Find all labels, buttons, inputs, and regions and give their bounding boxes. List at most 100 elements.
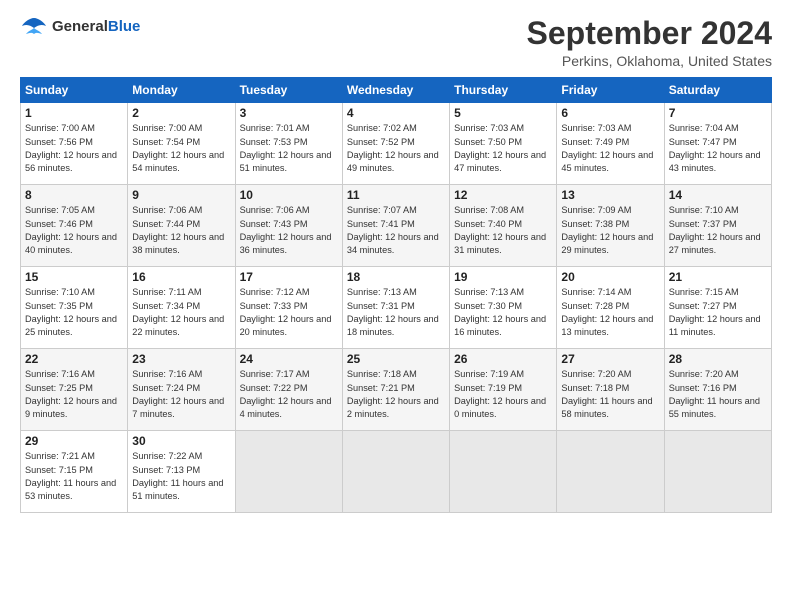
day-cell: 3 Sunrise: 7:01 AM Sunset: 7:53 PM Daylig…: [235, 103, 342, 185]
day-info: Sunrise: 7:18 AM Sunset: 7:21 PM Dayligh…: [347, 368, 445, 421]
header-cell-friday: Friday: [557, 78, 664, 103]
day-number: 7: [669, 106, 767, 120]
day-number: 18: [347, 270, 445, 284]
day-info: Sunrise: 7:16 AM Sunset: 7:24 PM Dayligh…: [132, 368, 230, 421]
day-info: Sunrise: 7:03 AM Sunset: 7:50 PM Dayligh…: [454, 122, 552, 175]
header-cell-sunday: Sunday: [21, 78, 128, 103]
day-cell: [664, 431, 771, 513]
day-cell: 2Sunrise: 7:00 AM Sunset: 7:54 PM Daylig…: [128, 103, 235, 185]
header-area: GeneralBlue September 2024 Perkins, Okla…: [20, 16, 772, 69]
day-cell: 27Sunrise: 7:20 AM Sunset: 7:18 PM Dayli…: [557, 349, 664, 431]
day-info: Sunrise: 7:06 AM Sunset: 7:44 PM Dayligh…: [132, 204, 230, 257]
day-info: Sunrise: 7:15 AM Sunset: 7:27 PM Dayligh…: [669, 286, 767, 339]
day-cell: 8Sunrise: 7:05 AM Sunset: 7:46 PM Daylig…: [21, 185, 128, 267]
day-cell: 20 Sunrise: 7:14 AM Sunset: 7:28 PM Dayli…: [557, 267, 664, 349]
day-info: Sunrise: 7:09 AM Sunset: 7:38 PM Dayligh…: [561, 204, 659, 257]
header-row: SundayMondayTuesdayWednesdayThursdayFrid…: [21, 78, 772, 103]
day-number: 16: [132, 270, 230, 284]
calendar: SundayMondayTuesdayWednesdayThursdayFrid…: [20, 77, 772, 513]
title-area: September 2024 Perkins, Oklahoma, United…: [527, 16, 772, 69]
day-cell: 1Sunrise: 7:00 AM Sunset: 7:56 PM Daylig…: [21, 103, 128, 185]
day-cell: 5 Sunrise: 7:03 AM Sunset: 7:50 PM Daylig…: [450, 103, 557, 185]
day-cell: 22 Sunrise: 7:16 AM Sunset: 7:25 PM Dayli…: [21, 349, 128, 431]
day-info: Sunrise: 7:20 AM Sunset: 7:16 PM Dayligh…: [669, 368, 767, 421]
day-cell: 12 Sunrise: 7:08 AM Sunset: 7:40 PM Dayli…: [450, 185, 557, 267]
day-info: Sunrise: 7:07 AM Sunset: 7:41 PM Dayligh…: [347, 204, 445, 257]
day-cell: 17Sunrise: 7:12 AM Sunset: 7:33 PM Dayli…: [235, 267, 342, 349]
day-number: 25: [347, 352, 445, 366]
day-info: Sunrise: 7:10 AM Sunset: 7:35 PM Dayligh…: [25, 286, 123, 339]
day-info: Sunrise: 7:22 AM Sunset: 7:13 PM Dayligh…: [132, 450, 230, 503]
calendar-header: SundayMondayTuesdayWednesdayThursdayFrid…: [21, 78, 772, 103]
day-number: 5: [454, 106, 552, 120]
day-number: 9: [132, 188, 230, 202]
day-info: Sunrise: 7:02 AM Sunset: 7:52 PM Dayligh…: [347, 122, 445, 175]
day-info: Sunrise: 7:01 AM Sunset: 7:53 PM Dayligh…: [240, 122, 338, 175]
logo: GeneralBlue: [20, 16, 140, 38]
day-number: 28: [669, 352, 767, 366]
day-cell: 19 Sunrise: 7:13 AM Sunset: 7:30 PM Dayli…: [450, 267, 557, 349]
header-cell-thursday: Thursday: [450, 78, 557, 103]
day-cell: 30 Sunrise: 7:22 AM Sunset: 7:13 PM Dayli…: [128, 431, 235, 513]
main-title: September 2024: [527, 16, 772, 51]
day-info: Sunrise: 7:21 AM Sunset: 7:15 PM Dayligh…: [25, 450, 123, 503]
day-cell: 6Sunrise: 7:03 AM Sunset: 7:49 PM Daylig…: [557, 103, 664, 185]
day-info: Sunrise: 7:11 AM Sunset: 7:34 PM Dayligh…: [132, 286, 230, 339]
week-row-2: 8Sunrise: 7:05 AM Sunset: 7:46 PM Daylig…: [21, 185, 772, 267]
header-cell-tuesday: Tuesday: [235, 78, 342, 103]
day-cell: 29 Sunrise: 7:21 AM Sunset: 7:15 PM Dayli…: [21, 431, 128, 513]
day-number: 3: [240, 106, 338, 120]
day-info: Sunrise: 7:13 AM Sunset: 7:30 PM Dayligh…: [454, 286, 552, 339]
day-info: Sunrise: 7:04 AM Sunset: 7:47 PM Dayligh…: [669, 122, 767, 175]
day-info: Sunrise: 7:08 AM Sunset: 7:40 PM Dayligh…: [454, 204, 552, 257]
logo-blue: Blue: [108, 18, 141, 35]
day-number: 12: [454, 188, 552, 202]
day-number: 29: [25, 434, 123, 448]
day-cell: 28 Sunrise: 7:20 AM Sunset: 7:16 PM Dayli…: [664, 349, 771, 431]
page: GeneralBlue September 2024 Perkins, Okla…: [0, 0, 792, 612]
day-cell: 21Sunrise: 7:15 AM Sunset: 7:27 PM Dayli…: [664, 267, 771, 349]
day-cell: 14 Sunrise: 7:10 AM Sunset: 7:37 PM Dayli…: [664, 185, 771, 267]
day-info: Sunrise: 7:20 AM Sunset: 7:18 PM Dayligh…: [561, 368, 659, 421]
logo-text: GeneralBlue: [52, 18, 140, 36]
day-cell: 7 Sunrise: 7:04 AM Sunset: 7:47 PM Daylig…: [664, 103, 771, 185]
day-cell: 9 Sunrise: 7:06 AM Sunset: 7:44 PM Daylig…: [128, 185, 235, 267]
day-number: 20: [561, 270, 659, 284]
day-info: Sunrise: 7:12 AM Sunset: 7:33 PM Dayligh…: [240, 286, 338, 339]
day-cell: 24Sunrise: 7:17 AM Sunset: 7:22 PM Dayli…: [235, 349, 342, 431]
day-cell: 11Sunrise: 7:07 AM Sunset: 7:41 PM Dayli…: [342, 185, 449, 267]
day-info: Sunrise: 7:06 AM Sunset: 7:43 PM Dayligh…: [240, 204, 338, 257]
week-row-5: 29 Sunrise: 7:21 AM Sunset: 7:15 PM Dayli…: [21, 431, 772, 513]
day-number: 10: [240, 188, 338, 202]
day-cell: 18 Sunrise: 7:13 AM Sunset: 7:31 PM Dayli…: [342, 267, 449, 349]
day-info: Sunrise: 7:17 AM Sunset: 7:22 PM Dayligh…: [240, 368, 338, 421]
day-number: 1: [25, 106, 123, 120]
day-number: 13: [561, 188, 659, 202]
week-row-1: 1Sunrise: 7:00 AM Sunset: 7:56 PM Daylig…: [21, 103, 772, 185]
header-cell-saturday: Saturday: [664, 78, 771, 103]
day-cell: 16 Sunrise: 7:11 AM Sunset: 7:34 PM Dayli…: [128, 267, 235, 349]
day-info: Sunrise: 7:03 AM Sunset: 7:49 PM Dayligh…: [561, 122, 659, 175]
day-number: 30: [132, 434, 230, 448]
day-number: 8: [25, 188, 123, 202]
day-number: 14: [669, 188, 767, 202]
day-info: Sunrise: 7:14 AM Sunset: 7:28 PM Dayligh…: [561, 286, 659, 339]
day-number: 22: [25, 352, 123, 366]
day-cell: 25 Sunrise: 7:18 AM Sunset: 7:21 PM Dayli…: [342, 349, 449, 431]
header-cell-monday: Monday: [128, 78, 235, 103]
day-info: Sunrise: 7:13 AM Sunset: 7:31 PM Dayligh…: [347, 286, 445, 339]
day-cell: 10 Sunrise: 7:06 AM Sunset: 7:43 PM Dayli…: [235, 185, 342, 267]
day-cell: 13 Sunrise: 7:09 AM Sunset: 7:38 PM Dayli…: [557, 185, 664, 267]
day-number: 19: [454, 270, 552, 284]
day-info: Sunrise: 7:10 AM Sunset: 7:37 PM Dayligh…: [669, 204, 767, 257]
subtitle: Perkins, Oklahoma, United States: [527, 53, 772, 69]
day-cell: 15 Sunrise: 7:10 AM Sunset: 7:35 PM Dayli…: [21, 267, 128, 349]
day-number: 15: [25, 270, 123, 284]
day-cell: 23Sunrise: 7:16 AM Sunset: 7:24 PM Dayli…: [128, 349, 235, 431]
day-number: 2: [132, 106, 230, 120]
day-info: Sunrise: 7:16 AM Sunset: 7:25 PM Dayligh…: [25, 368, 123, 421]
logo-general: General: [52, 18, 108, 35]
calendar-body: 1Sunrise: 7:00 AM Sunset: 7:56 PM Daylig…: [21, 103, 772, 513]
logo-icon: [20, 16, 48, 38]
header-cell-wednesday: Wednesday: [342, 78, 449, 103]
